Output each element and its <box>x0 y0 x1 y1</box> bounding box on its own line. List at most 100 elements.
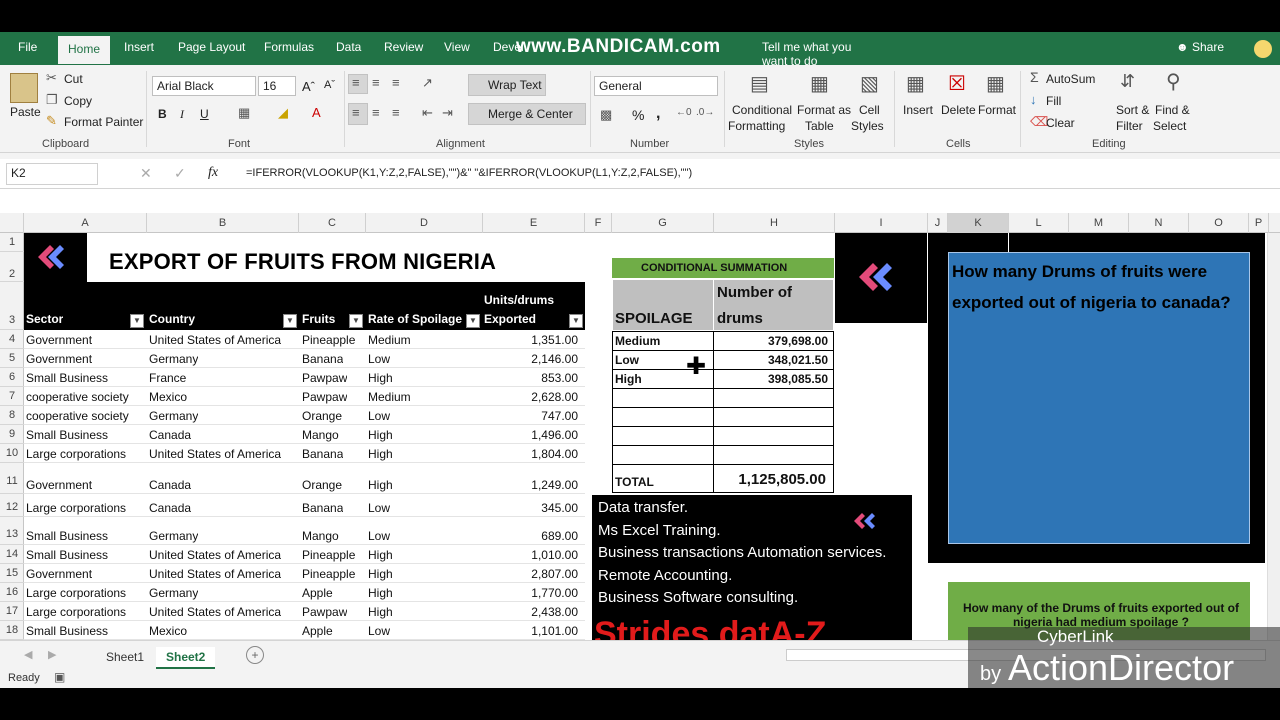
cut-button[interactable]: Cut <box>64 72 83 86</box>
cell-units[interactable]: 1,770.00 <box>484 586 578 600</box>
share-button[interactable]: Share <box>1192 40 1224 54</box>
cell-country[interactable]: United States of America <box>149 447 281 461</box>
cell-sector[interactable]: Government <box>26 352 92 366</box>
increase-font-icon[interactable]: Aˆ <box>302 79 315 94</box>
copy-button[interactable]: Copy <box>64 94 92 108</box>
fill-button[interactable]: Fill <box>1046 94 1061 108</box>
font-name-select[interactable]: Arial Black <box>152 76 256 96</box>
format-painter-icon[interactable]: ✎ <box>46 113 57 129</box>
insert-cells-icon[interactable]: ▦ <box>906 71 925 96</box>
row-header-3[interactable]: 3 <box>0 282 24 330</box>
cell-sector[interactable]: cooperative society <box>26 409 129 423</box>
cell-fruit[interactable]: Orange <box>302 478 342 492</box>
tab-page-layout[interactable]: Page Layout <box>178 40 245 54</box>
share-icon[interactable]: ☻ <box>1176 40 1189 54</box>
row-header-6[interactable]: 6 <box>0 368 24 387</box>
cell-fruit[interactable]: Banana <box>302 352 343 366</box>
row-header-7[interactable]: 7 <box>0 387 24 406</box>
copy-icon[interactable]: ❐ <box>46 92 58 108</box>
formula-input[interactable]: =IFERROR(VLOOKUP(K1,Y:Z,2,FALSE),"")&" "… <box>246 167 692 179</box>
cell-sector[interactable]: Small Business <box>26 624 108 638</box>
filter-dropdown-icon[interactable]: ▼ <box>466 314 480 328</box>
row-header-16[interactable]: 16 <box>0 583 24 602</box>
scroll-left-icon[interactable]: ◀ <box>24 648 32 661</box>
filter-dropdown-icon[interactable]: ▼ <box>130 314 144 328</box>
cell-country[interactable]: Germany <box>149 586 198 600</box>
cell-units[interactable]: 1,496.00 <box>484 428 578 442</box>
enter-icon[interactable]: ✓ <box>174 165 186 182</box>
row-header-11[interactable]: 11 <box>0 463 24 494</box>
cell-fruit[interactable]: Apple <box>302 586 333 600</box>
cell-sector[interactable]: Government <box>26 567 92 581</box>
cell-rate[interactable]: High <box>368 586 393 600</box>
vertical-scrollbar[interactable] <box>1267 233 1280 640</box>
cell-sector[interactable]: Small Business <box>26 371 108 385</box>
orientation-icon[interactable]: ↗ <box>422 75 433 91</box>
underline-button[interactable]: U <box>200 107 209 121</box>
cell-sector[interactable]: Government <box>26 478 92 492</box>
cell-units[interactable]: 1,249.00 <box>484 478 578 492</box>
row-header-4[interactable]: 4 <box>0 330 24 349</box>
cell-fruit[interactable]: Pineapple <box>302 333 355 347</box>
filter-dropdown-icon[interactable]: ▼ <box>569 314 583 328</box>
cell-units[interactable]: 2,628.00 <box>484 390 578 404</box>
col-header-l[interactable]: L <box>1009 213 1069 233</box>
increase-indent-icon[interactable]: ⇥ <box>442 105 453 121</box>
smiley-icon[interactable] <box>1254 40 1272 58</box>
paste-button[interactable]: Paste <box>10 105 41 119</box>
row-header-1[interactable]: 1 <box>0 233 24 252</box>
number-format-select[interactable]: General <box>594 76 718 96</box>
cell-rate[interactable]: High <box>368 428 393 442</box>
row-header-14[interactable]: 14 <box>0 545 24 564</box>
cell-country[interactable]: Canada <box>149 428 191 442</box>
center-align-icon[interactable]: ≡ <box>372 105 380 120</box>
italic-button[interactable]: I <box>180 107 184 122</box>
cell-units[interactable]: 1,804.00 <box>484 447 578 461</box>
cell-sector[interactable]: Small Business <box>26 548 108 562</box>
tab-data[interactable]: Data <box>336 40 361 54</box>
row-header-5[interactable]: 5 <box>0 349 24 368</box>
tab-home[interactable]: Home <box>58 36 111 64</box>
cell-units[interactable]: 689.00 <box>484 529 578 543</box>
cell-rate[interactable]: High <box>368 605 393 619</box>
tab-review[interactable]: Review <box>384 40 423 54</box>
tab-view[interactable]: View <box>444 40 470 54</box>
col-header-e[interactable]: E <box>483 213 585 233</box>
cell-rate[interactable]: Medium <box>368 390 411 404</box>
cell-fruit[interactable]: Pineapple <box>302 548 355 562</box>
cell-rate[interactable]: Medium <box>368 333 411 347</box>
find-select-icon[interactable]: ⚲ <box>1166 69 1181 94</box>
cancel-icon[interactable]: ✕ <box>140 165 152 182</box>
format-as-table-button[interactable]: Format as <box>797 103 851 117</box>
cell-units[interactable]: 2,146.00 <box>484 352 578 366</box>
cell-country[interactable]: France <box>149 371 186 385</box>
sheet-tab-1[interactable]: Sheet1 <box>96 647 154 667</box>
middle-align-icon[interactable]: ≡ <box>372 75 380 90</box>
cell-country[interactable]: Canada <box>149 501 191 515</box>
borders-icon[interactable]: ▦ <box>238 105 250 121</box>
right-align-icon[interactable]: ≡ <box>392 105 400 120</box>
conditional-formatting-icon[interactable]: ▤ <box>750 71 769 96</box>
cell-rate[interactable]: Low <box>368 409 390 423</box>
cell-sector[interactable]: Government <box>26 333 92 347</box>
tell-me-search[interactable]: Tell me what you want to do <box>762 40 862 68</box>
clear-button[interactable]: Clear <box>1046 116 1075 130</box>
bold-button[interactable]: B <box>158 107 167 121</box>
decrease-indent-icon[interactable]: ⇤ <box>422 105 433 121</box>
scroll-right-icon[interactable]: ▶ <box>48 648 56 661</box>
col-header-c[interactable]: C <box>299 213 366 233</box>
row-header-17[interactable]: 17 <box>0 602 24 621</box>
sheet-tab-2[interactable]: Sheet2 <box>156 647 216 669</box>
cell-country[interactable]: Germany <box>149 352 198 366</box>
conditional-formatting-button[interactable]: Conditional <box>732 103 792 117</box>
cell-fruit[interactable]: Banana <box>302 447 343 461</box>
cell-country[interactable]: Germany <box>149 529 198 543</box>
cell-fruit[interactable]: Pawpaw <box>302 371 347 385</box>
cell-units[interactable]: 1,010.00 <box>484 548 578 562</box>
row-header-9[interactable]: 9 <box>0 425 24 444</box>
cell-rate[interactable]: Low <box>368 352 390 366</box>
bottom-align-icon[interactable]: ≡ <box>392 75 400 90</box>
currency-icon[interactable]: ▩ <box>600 107 612 123</box>
cell-sector[interactable]: Small Business <box>26 428 108 442</box>
fill-color-icon[interactable]: ◢ <box>278 105 288 121</box>
